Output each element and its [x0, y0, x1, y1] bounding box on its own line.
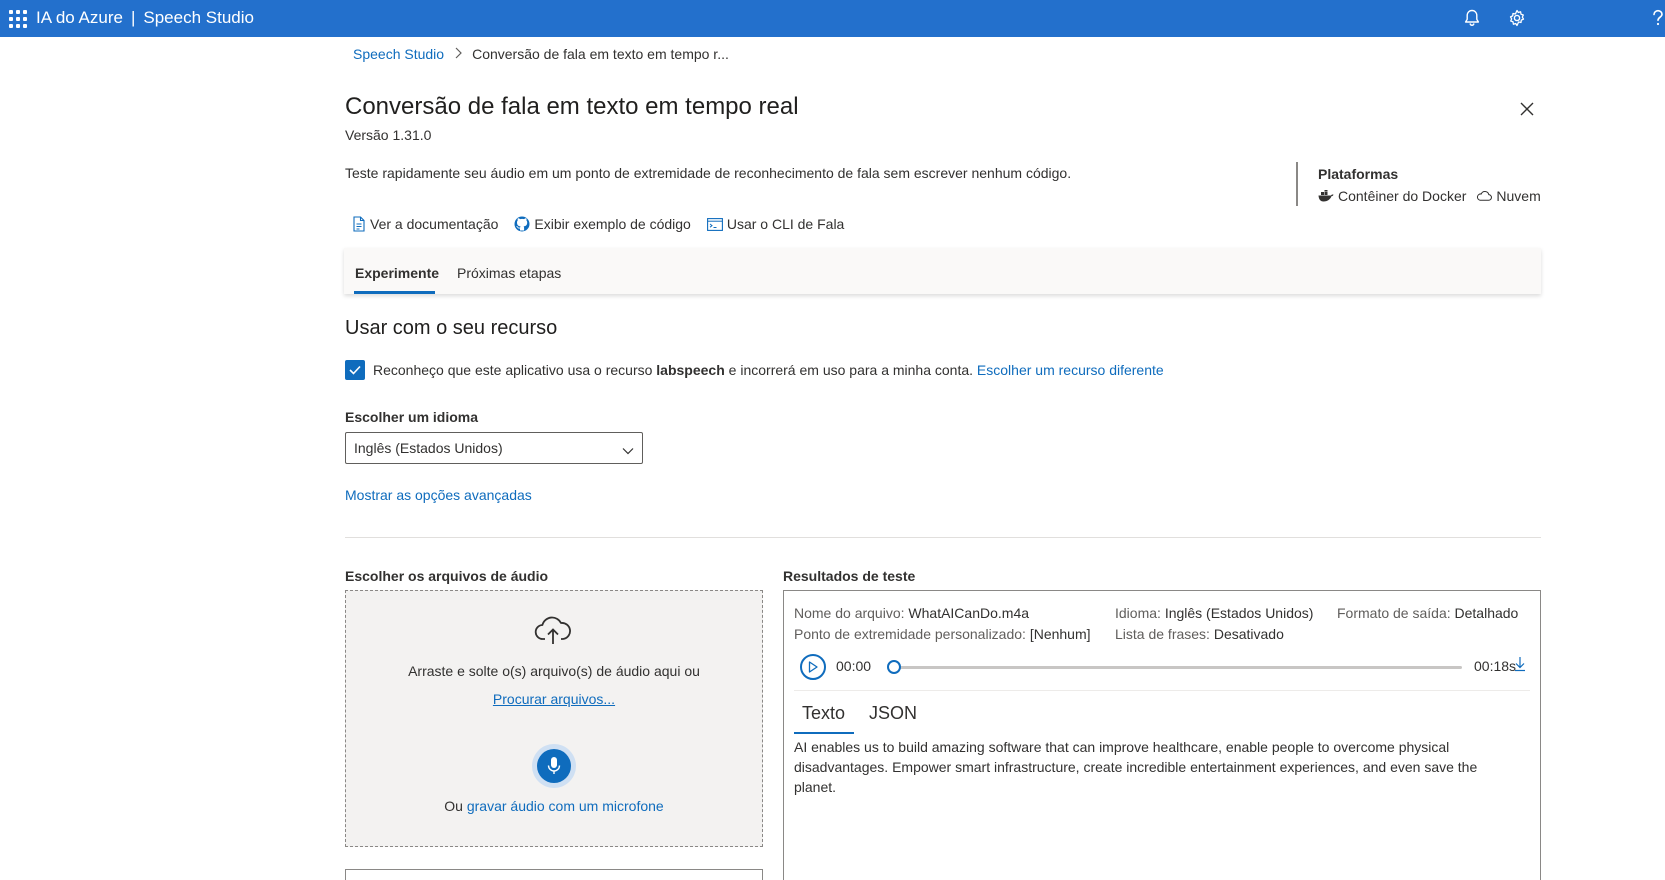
tab-proximas-etapas[interactable]: Próximas etapas	[457, 265, 561, 281]
meta-file-name: Nome do arquivo: WhatAICanDo.m4a	[794, 605, 1029, 621]
download-icon[interactable]	[1514, 656, 1526, 677]
help-icon[interactable]	[1651, 7, 1665, 29]
cli-icon	[706, 217, 723, 231]
close-button[interactable]	[1515, 97, 1539, 121]
brand-speech-studio: Speech Studio	[143, 8, 254, 27]
bell-icon[interactable]	[1461, 7, 1483, 29]
active-tab-indicator	[354, 291, 435, 294]
result-tab-json[interactable]: JSON	[869, 703, 917, 724]
code-sample-link[interactable]: Exibir exemplo de código	[514, 216, 691, 232]
ack-text: Reconheço que este aplicativo usa o recu…	[373, 362, 1164, 378]
chevron-right-icon	[454, 46, 462, 62]
page-title: Conversão de fala em texto em tempo real	[345, 93, 799, 120]
output-format-value: Detalhado	[1454, 605, 1519, 621]
language-selected: Inglês (Estados Unidos)	[354, 440, 503, 456]
seek-slider[interactable]	[887, 660, 1462, 674]
platform-cloud: Nuvem	[1476, 188, 1541, 204]
cli-link-label: Usar o CLI de Fala	[726, 216, 845, 232]
endpoint-value: [Nenhum]	[1029, 626, 1091, 642]
ack-row: Reconheço que este aplicativo usa o recu…	[345, 360, 1164, 380]
current-time: 00:00	[836, 658, 872, 674]
breadcrumb-current: Conversão de fala em texto em tempo r...	[472, 46, 729, 62]
result-tab-texto[interactable]: Texto	[802, 703, 845, 724]
resource-name: labspeech	[656, 362, 725, 378]
github-icon	[514, 216, 530, 232]
docs-link-label: Ver a documentação	[370, 216, 499, 232]
test-results-panel: Nome do arquivo: WhatAICanDo.m4a Idioma:…	[783, 590, 1541, 880]
output-format-label: Formato de saída:	[1337, 605, 1451, 621]
section-divider	[345, 537, 1541, 538]
result-language-value: Inglês (Estados Unidos)	[1164, 605, 1314, 621]
upload-cloud-icon	[534, 616, 572, 651]
change-resource-link[interactable]: Escolher um recurso diferente	[977, 362, 1164, 378]
docker-icon	[1318, 190, 1334, 202]
brand-separator: |	[130, 8, 136, 27]
audio-player: 00:00 00:18s	[798, 652, 1532, 682]
meta-language: Idioma: Inglês (Estados Unidos)	[1115, 605, 1313, 621]
result-tab-indicator	[794, 732, 854, 734]
phrase-list-label: Lista de frases:	[1115, 626, 1210, 642]
cloud-icon	[1477, 191, 1493, 201]
tab-bar: Experimente Próximas etapas	[344, 248, 1541, 294]
meta-phrase-list: Lista de frases: Desativado	[1115, 626, 1284, 642]
phrase-list-value: Desativado	[1213, 626, 1284, 642]
gear-icon[interactable]	[1506, 7, 1528, 29]
ack-suffix: e incorrerá em uso para a minha conta.	[728, 362, 974, 378]
meta-format: Formato de saída: Detalhado	[1337, 605, 1518, 621]
meta-endpoint: Ponto de extremidade personalizado: [Nen…	[794, 626, 1091, 642]
brand-azure-ai: IA do Azure	[36, 8, 123, 27]
language-label: Escolher um idioma	[345, 409, 479, 425]
platforms-title: Plataformas	[1318, 166, 1399, 182]
checkmark-icon	[349, 365, 361, 375]
section-title-resource: Usar com o seu recurso	[345, 317, 558, 339]
play-icon	[808, 661, 818, 673]
play-button[interactable]	[800, 654, 826, 680]
microphone-icon	[547, 757, 561, 774]
docs-link[interactable]: Ver a documentação	[352, 216, 498, 232]
resource-links: Ver a documentação Exibir exemplo de cód…	[352, 216, 844, 232]
file-name-label: Nome do arquivo:	[794, 605, 905, 621]
total-time: 00:18s	[1474, 658, 1517, 674]
breadcrumb: Speech Studio Conversão de fala em texto…	[353, 46, 729, 62]
file-list-panel	[345, 869, 763, 880]
platform-cloud-label: Nuvem	[1496, 188, 1541, 204]
language-dropdown[interactable]: Inglês (Estados Unidos)	[345, 432, 643, 464]
platform-docker-label: Contêiner do Docker	[1338, 188, 1467, 204]
seek-thumb[interactable]	[887, 660, 901, 674]
app-brand[interactable]: IA do Azure | Speech Studio	[36, 8, 254, 28]
advanced-options-link[interactable]: Mostrar as opções avançadas	[345, 487, 532, 503]
version-label: Versão 1.31.0	[345, 127, 432, 143]
transcript-text: AI enables us to build amazing software …	[794, 739, 1478, 795]
ack-prefix: Reconheço que este aplicativo usa o recu…	[373, 362, 653, 378]
chevron-down-icon	[622, 442, 634, 458]
audio-files-label: Escolher os arquivos de áudio	[345, 568, 549, 584]
app-launcher-icon[interactable]	[6, 7, 28, 29]
cli-link[interactable]: Usar o CLI de Fala	[706, 216, 845, 232]
audio-dropzone[interactable]: Arraste e solte o(s) arquivo(s) de áudio…	[345, 590, 763, 847]
record-audio-link[interactable]: gravar áudio com um microfone	[467, 798, 664, 814]
endpoint-label: Ponto de extremidade personalizado:	[794, 626, 1026, 642]
top-bar: IA do Azure | Speech Studio	[0, 0, 1665, 37]
ack-checkbox[interactable]	[345, 360, 365, 380]
code-sample-link-label: Exibir exemplo de código	[534, 216, 691, 232]
platform-docker: Contêiner do Docker	[1318, 188, 1466, 204]
result-language-label: Idioma:	[1115, 605, 1161, 621]
record-microphone-button[interactable]	[532, 744, 576, 788]
file-name-value: WhatAICanDo.m4a	[908, 605, 1030, 621]
or-label: Ou	[444, 798, 463, 814]
dropzone-text: Arraste e solte o(s) arquivo(s) de áudio…	[408, 663, 700, 679]
tab-experimente[interactable]: Experimente	[355, 265, 439, 281]
page-description: Teste rapidamente seu áudio em um ponto …	[345, 165, 1072, 181]
breadcrumb-speech-studio[interactable]: Speech Studio	[353, 46, 444, 62]
results-divider	[794, 690, 1530, 691]
test-results-label: Resultados de teste	[783, 568, 916, 584]
document-icon	[353, 216, 365, 232]
platforms-panel: Plataformas Contêiner do Docker Nuvem	[1296, 162, 1541, 206]
close-icon	[1520, 102, 1534, 116]
browse-files-link[interactable]: Procurar arquivos...	[493, 691, 615, 707]
